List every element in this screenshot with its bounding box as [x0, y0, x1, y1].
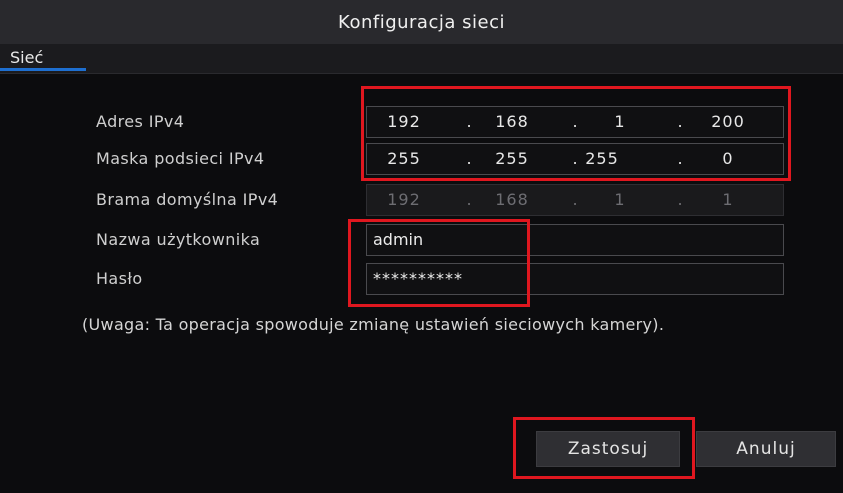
subnet-mask-octet-1[interactable]: 255 — [369, 144, 439, 174]
subnet-mask-field[interactable]: 255 . 255 . 255 . 0 — [366, 143, 784, 175]
ipv4-address-octet-4[interactable]: 200 — [693, 107, 763, 137]
default-gateway-octet-1: 192 — [387, 190, 421, 209]
octet-separator: . — [677, 112, 683, 131]
ipv4-address-octet-3[interactable]: 1 — [585, 107, 655, 137]
tab-network[interactable]: Sieć — [0, 44, 86, 71]
username-input[interactable]: admin — [366, 224, 784, 256]
subnet-mask-octet-4[interactable]: 0 — [693, 144, 763, 174]
default-gateway-octet-4: 1 — [722, 190, 734, 209]
tab-bar: Sieć — [0, 44, 843, 74]
default-gateway-octet-3: 1 — [614, 190, 626, 209]
ipv4-address-octet-1[interactable]: 192 — [369, 107, 439, 137]
octet-separator: . — [466, 190, 472, 209]
default-gateway-octet-2: 168 — [495, 190, 529, 209]
password-input[interactable]: ********** — [366, 263, 784, 295]
octet-separator: . — [677, 149, 683, 168]
username-label: Nazwa użytkownika — [96, 230, 261, 249]
ipv4-address-octet-2[interactable]: 168 — [477, 107, 547, 137]
network-config-dialog: Konfiguracja sieci Sieć Adres IPv4 192 .… — [0, 0, 843, 493]
subnet-mask-octet-2[interactable]: 255 — [477, 144, 547, 174]
octet-separator: . — [466, 112, 472, 131]
warning-note: (Uwaga: Ta operacja spowoduje zmianę ust… — [82, 315, 665, 334]
octet-separator: . — [677, 190, 683, 209]
octet-separator: . — [572, 190, 578, 209]
default-gateway-field: 192 . 168 . 1 . 1 — [366, 184, 784, 216]
password-label: Hasło — [96, 269, 143, 288]
octet-separator: . — [466, 149, 472, 168]
subnet-mask-label: Maska podsieci IPv4 — [96, 149, 265, 168]
subnet-mask-octet-3[interactable]: 255 — [567, 144, 637, 174]
cancel-button[interactable]: Anuluj — [696, 431, 836, 467]
dialog-title: Konfiguracja sieci — [0, 0, 843, 44]
ipv4-address-label: Adres IPv4 — [96, 112, 185, 131]
octet-separator: . — [572, 112, 578, 131]
apply-button[interactable]: Zastosuj — [536, 431, 680, 467]
default-gateway-label: Brama domyślna IPv4 — [96, 190, 279, 209]
ipv4-address-field[interactable]: 192 . 168 . 1 . 200 — [366, 106, 784, 138]
